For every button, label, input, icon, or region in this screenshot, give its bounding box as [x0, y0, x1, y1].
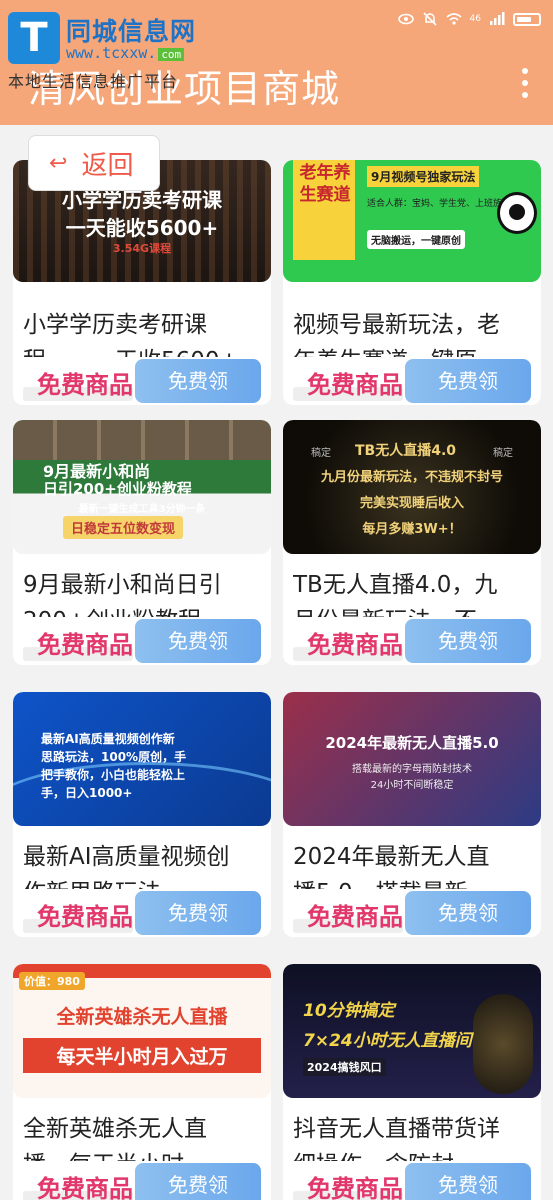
claim-button[interactable]: 免费领	[405, 359, 531, 403]
thumbnail-text: 每月多赚3W+！	[362, 522, 462, 537]
thumbnail-text: 稿定	[493, 448, 513, 459]
product-title: TB无人直播4.0，九	[293, 572, 498, 598]
thumbnail-text: 价值：980	[19, 972, 85, 990]
product-title-line2: 程……一天收5600+	[23, 343, 263, 357]
product-card[interactable]: 价值：980 全新英雄杀无人直播 每天半小时月入过万 全新英雄杀无人直 播，每天…	[13, 964, 271, 1200]
claim-button[interactable]: 免费领	[135, 891, 261, 935]
free-tag: 免费商品	[37, 903, 133, 931]
claim-button[interactable]: 免费领	[135, 1163, 261, 1200]
product-card[interactable]: 稿定 TB无人直播4.0 稿定 九月份最新玩法，不违规不封号 完美实现睡后收入 …	[283, 420, 541, 665]
product-thumbnail: 9月最新小和尚 日引200+创业粉教程 最新一键生成工具3分钟一条 日稳定五位数…	[13, 420, 271, 554]
thumbnail-text: 稿定	[311, 448, 331, 459]
back-button[interactable]: ↩ 返回	[28, 135, 160, 191]
thumbnail-text: 10分钟搞定	[303, 1001, 395, 1021]
product-title: 视频号最新玩法，老	[293, 312, 500, 338]
thumbnail-text: 3.54G课程	[112, 242, 172, 255]
product-title-line2: 200+创业粉教程	[23, 603, 263, 617]
product-card[interactable]: 2024年最新无人直播5.0 搭载最新的字母雨防封技术 24小时不间断稳定 20…	[283, 692, 541, 937]
product-thumbnail: 老年养生赛道 9月视频号独家玩法 适合人群：宝妈、学生党、上班族 无脑搬运，一键…	[283, 160, 541, 282]
thumbnail-text: 24小时不间断稳定	[370, 780, 454, 791]
thumbnail-text: TB无人直播4.0	[355, 443, 457, 459]
free-tag: 免费商品	[307, 371, 403, 399]
site-watermark: T 同城信息网 www.tcxxw. com 本地生活信息推广平台	[4, 8, 254, 91]
network-label: 46	[469, 14, 481, 24]
thumbnail-text: 7×24小时无人直播间	[303, 1031, 472, 1051]
thumbnail-text: 老年养生赛道	[299, 163, 351, 205]
product-title: 全新英雄杀无人直	[23, 1116, 207, 1142]
product-thumbnail: 2024年最新无人直播5.0 搭载最新的字母雨防封技术 24小时不间断稳定	[283, 692, 541, 826]
thumbnail-text: 搭载最新的字母雨防封技术	[352, 764, 472, 775]
thumbnail-text: 九月份最新玩法，不违规不封号	[320, 470, 503, 485]
product-thumbnail: 价值：980 全新英雄杀无人直播 每天半小时月入过万	[13, 964, 271, 1098]
product-title: 9月最新小和尚日引	[23, 572, 222, 598]
status-bar: 46	[397, 8, 541, 30]
claim-button[interactable]: 免费领	[135, 619, 261, 663]
product-title-line2: 播，每天半小时	[23, 1147, 263, 1161]
product-title-line2: 播5.0，搭载最新	[293, 875, 533, 889]
watermark-tagline: 本地生活信息推广平台	[8, 72, 179, 91]
bell-muted-icon	[422, 12, 437, 26]
wifi-icon	[446, 13, 462, 25]
claim-button[interactable]: 免费领	[405, 1163, 531, 1200]
claim-button[interactable]: 免费领	[135, 359, 261, 403]
thumbnail-text: 最新AI高质量视频创作新	[41, 732, 175, 746]
product-title-line2: 年养生赛道一键原	[293, 343, 533, 357]
claim-button[interactable]: 免费领	[405, 619, 531, 663]
product-card[interactable]: 小学学历卖考研课 一天能收5600+ 3.54G课程 小学学历卖考研课 程……一…	[13, 160, 271, 405]
thumbnail-text: 日稳定五位数变现	[63, 516, 184, 539]
thumbnail-text: 适合人群：宝妈、学生党、上班族	[367, 199, 503, 209]
product-title: 最新AI高质量视频创	[23, 844, 230, 870]
product-title-line2: 作新思路玩法	[23, 875, 263, 889]
thumbnail-text: 日引200+创业粉教程	[43, 480, 192, 498]
free-tag: 免费商品	[37, 1175, 133, 1200]
product-card[interactable]: 10分钟搞定 7×24小时无人直播间 2024搞钱风口 抖音无人直播带货详 细操…	[283, 964, 541, 1200]
free-tag: 免费商品	[37, 371, 133, 399]
thumbnail-text: 9月视频号独家玩法	[367, 166, 480, 187]
product-title-line2: 细操作，含防封	[293, 1147, 533, 1161]
free-tag: 免费商品	[307, 903, 403, 931]
product-title-line2: 月份最新玩法，不	[293, 603, 533, 617]
product-title: 小学学历卖考研课	[23, 312, 207, 338]
thumbnail-text: 思路玩法，100%原创，手	[41, 750, 187, 764]
thumbnail-text: 把手教你，小白也能轻松上	[41, 768, 186, 782]
more-menu-icon[interactable]	[521, 68, 529, 98]
product-thumbnail: 10分钟搞定 7×24小时无人直播间 2024搞钱风口	[283, 964, 541, 1098]
product-thumbnail: 稿定 TB无人直播4.0 稿定 九月份最新玩法，不违规不封号 完美实现睡后收入 …	[283, 420, 541, 554]
product-title: 2024年最新无人直	[293, 844, 490, 870]
back-arrow-icon: ↩	[49, 150, 68, 176]
thumbnail-text: 无脑搬运，一键原创	[367, 230, 465, 249]
product-card[interactable]: 老年养生赛道 9月视频号独家玩法 适合人群：宝妈、学生党、上班族 无脑搬运，一键…	[283, 160, 541, 405]
thumbnail-text: 2024年最新无人直播5.0	[325, 734, 499, 752]
thumbnail-text: 每天半小时月入过万	[23, 1038, 261, 1073]
thumbnail-text: 2024搞钱风口	[303, 1058, 386, 1076]
free-tag: 免费商品	[307, 631, 403, 659]
thumbnail-text: 最新一键生成工具3分钟一条	[78, 504, 206, 515]
thumbnail-text: 完美实现睡后收入	[359, 496, 464, 511]
signal-icon	[490, 12, 505, 25]
battery-icon	[513, 12, 541, 26]
free-tag: 免费商品	[307, 1175, 403, 1200]
thumbnail-text: 一天能收5600+	[65, 216, 219, 240]
claim-button[interactable]: 免费领	[405, 891, 531, 935]
thumbnail-text: 全新英雄杀无人直播	[56, 1006, 228, 1028]
watermark-site-name: 同城信息网	[66, 17, 197, 46]
thumbnail-text: 手，日入1000+	[41, 786, 133, 800]
product-card[interactable]: 最新AI高质量视频创作新 思路玩法，100%原创，手 把手教你，小白也能轻松上 …	[13, 692, 271, 937]
watermark-url: www.tcxxw. com	[66, 44, 185, 62]
free-tag: 免费商品	[37, 631, 133, 659]
product-title: 抖音无人直播带货详	[293, 1116, 500, 1142]
product-card[interactable]: 9月最新小和尚 日引200+创业粉教程 最新一键生成工具3分钟一条 日稳定五位数…	[13, 420, 271, 665]
back-button-label: 返回	[81, 150, 134, 181]
watermark-logo: T	[8, 12, 60, 64]
eye-icon	[397, 13, 414, 25]
product-thumbnail: 最新AI高质量视频创作新 思路玩法，100%原创，手 把手教你，小白也能轻松上 …	[13, 692, 271, 826]
